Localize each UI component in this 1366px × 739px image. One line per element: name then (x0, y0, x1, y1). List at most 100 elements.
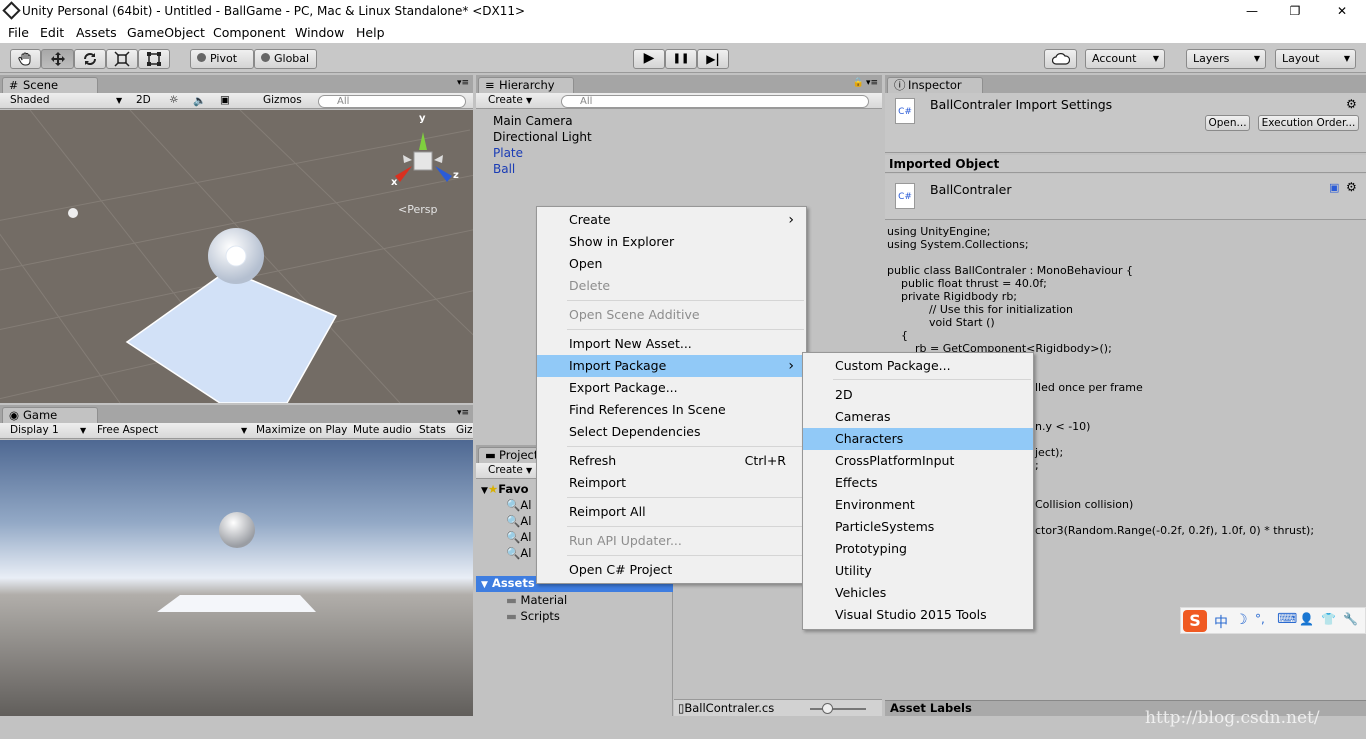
menu-item-export-package[interactable]: Export Package... (537, 377, 806, 399)
aspect-dropdown[interactable]: Free Aspect (97, 424, 158, 436)
scene-view[interactable]: y x z <Persp (0, 110, 473, 403)
keyboard-icon[interactable]: ⌨ (1277, 611, 1297, 627)
restore-button[interactable]: ❐ (1285, 2, 1305, 20)
help-book-icon[interactable]: ▣ (1329, 181, 1339, 194)
submenu-item-crossplatforminput[interactable]: CrossPlatformInput (803, 450, 1033, 472)
menu-help[interactable]: Help (356, 25, 385, 40)
light-toggle-icon[interactable]: ☼ (169, 94, 178, 106)
language-toggle[interactable]: 中 (1214, 612, 1228, 632)
zoom-slider[interactable] (810, 708, 866, 710)
hierarchy-item[interactable]: Main Camera (493, 114, 573, 128)
layout-dropdown[interactable]: Layout ▼ (1275, 49, 1356, 69)
selected-file[interactable]: ▯BallContraler.cs (678, 701, 774, 715)
scene-search-input[interactable]: All (318, 95, 466, 108)
submenu-item-particlesystems[interactable]: ParticleSystems (803, 516, 1033, 538)
menu-gameobject[interactable]: GameObject (127, 25, 205, 40)
menu-item-find-references[interactable]: Find References In Scene (537, 399, 806, 421)
panel-menu-icon[interactable]: ▾≡ (866, 78, 878, 88)
favorites-item[interactable]: 🔍Al (506, 530, 531, 544)
minimize-button[interactable]: — (1242, 2, 1262, 20)
rect-tool-button[interactable] (138, 49, 170, 69)
submenu-item-utility[interactable]: Utility (803, 560, 1033, 582)
submenu-item-environment[interactable]: Environment (803, 494, 1033, 516)
panel-menu-icon[interactable]: ▾≡ (457, 78, 469, 88)
game-gizmos-dropdown[interactable]: Giz (456, 424, 473, 436)
menu-item-create[interactable]: Create › (537, 209, 806, 231)
step-button[interactable]: ▶| (697, 49, 729, 69)
pause-button[interactable]: ❚❚ (665, 49, 697, 69)
menu-item-import-package[interactable]: Import Package › (537, 355, 806, 377)
submenu-item-2d[interactable]: 2D (803, 384, 1033, 406)
submenu-item-effects[interactable]: Effects (803, 472, 1033, 494)
user-icon[interactable]: 👤 (1299, 612, 1314, 626)
shading-dropdown[interactable]: Shaded (10, 94, 50, 106)
menu-item-run-api-updater[interactable]: Run API Updater... (537, 530, 806, 552)
open-button[interactable]: Open... (1205, 115, 1250, 131)
execution-order-button[interactable]: Execution Order... (1258, 115, 1359, 131)
hierarchy-create-button[interactable]: Create (488, 94, 523, 106)
rotate-tool-button[interactable] (74, 49, 106, 69)
menu-item-open[interactable]: Open (537, 253, 806, 275)
hierarchy-search-input[interactable]: All (561, 95, 869, 108)
menu-item-open-csharp-project[interactable]: Open C# Project (537, 559, 806, 581)
panel-menu-icon[interactable]: ▾≡ (457, 408, 469, 418)
submenu-item-prototyping[interactable]: Prototyping (803, 538, 1033, 560)
effects-toggle-icon[interactable]: ▣ (220, 94, 230, 106)
shirt-icon[interactable]: 👕 (1321, 612, 1336, 626)
menu-assets[interactable]: Assets (76, 25, 117, 40)
favorites-header[interactable]: ▼★Favo (481, 482, 529, 496)
menu-item-reimport-all[interactable]: Reimport All (537, 501, 806, 523)
hand-tool-button[interactable] (10, 49, 41, 69)
hierarchy-item[interactable]: Directional Light (493, 130, 592, 144)
moon-icon[interactable]: ☽ (1235, 612, 1248, 628)
submenu-item-custom-package[interactable]: Custom Package... (803, 355, 1033, 377)
wrench-icon[interactable]: 🔧 (1343, 612, 1358, 626)
favorites-item[interactable]: 🔍Al (506, 498, 531, 512)
folder-item[interactable]: ▬ Material (506, 593, 567, 607)
maximize-on-play-toggle[interactable]: Maximize on Play (256, 424, 347, 436)
menu-item-show-in-explorer[interactable]: Show in Explorer (537, 231, 806, 253)
hierarchy-item[interactable]: Plate (493, 146, 523, 160)
menu-item-open-scene-additive[interactable]: Open Scene Additive (537, 304, 806, 326)
2d-toggle[interactable]: 2D (136, 94, 151, 106)
account-dropdown[interactable]: Account ▼ (1085, 49, 1165, 69)
cloud-button[interactable] (1044, 49, 1077, 69)
stats-toggle[interactable]: Stats (419, 424, 446, 436)
gear-icon[interactable]: ⚙ (1346, 180, 1357, 194)
persp-label[interactable]: <Persp (398, 203, 437, 216)
menu-file[interactable]: File (8, 25, 29, 40)
tab-inspector[interactable]: ⓘ Inspector (887, 77, 983, 93)
gizmos-dropdown[interactable]: Gizmos (263, 94, 302, 106)
punctuation-icon[interactable]: °, (1255, 612, 1265, 626)
sogou-logo-icon[interactable]: S (1183, 610, 1207, 632)
menu-edit[interactable]: Edit (40, 25, 64, 40)
tab-hierarchy[interactable]: ≡ Hierarchy (478, 77, 574, 93)
audio-toggle-icon[interactable]: 🔈 (193, 94, 206, 107)
project-create-button[interactable]: Create (488, 464, 523, 476)
submenu-item-cameras[interactable]: Cameras (803, 406, 1033, 428)
move-tool-button[interactable] (41, 49, 74, 69)
layers-dropdown[interactable]: Layers ▼ (1186, 49, 1266, 69)
lock-icon[interactable]: 🔒 (853, 78, 864, 88)
submenu-item-characters[interactable]: Characters (803, 428, 1033, 450)
favorites-item[interactable]: 🔍Al (506, 514, 531, 528)
global-toggle[interactable]: Global (254, 49, 317, 69)
submenu-item-visual-studio-tools[interactable]: Visual Studio 2015 Tools (803, 604, 1033, 626)
zoom-slider-handle[interactable] (822, 703, 833, 714)
menu-item-select-dependencies[interactable]: Select Dependencies (537, 421, 806, 443)
menu-item-refresh[interactable]: Refresh Ctrl+R (537, 450, 806, 472)
menu-component[interactable]: Component (213, 25, 286, 40)
menu-item-reimport[interactable]: Reimport (537, 472, 806, 494)
hierarchy-item[interactable]: Ball (493, 162, 515, 176)
folder-item[interactable]: ▬ Scripts (506, 609, 560, 623)
scene-gizmo[interactable] (395, 132, 452, 182)
mute-audio-toggle[interactable]: Mute audio (353, 424, 412, 436)
gear-icon[interactable]: ⚙ (1346, 97, 1357, 111)
display-dropdown[interactable]: Display 1 (10, 424, 59, 436)
pivot-toggle[interactable]: Pivot (190, 49, 254, 69)
tab-scene[interactable]: # Scene (2, 77, 98, 93)
submenu-item-vehicles[interactable]: Vehicles (803, 582, 1033, 604)
menu-item-delete[interactable]: Delete (537, 275, 806, 297)
close-button[interactable]: ✕ (1332, 2, 1352, 20)
play-button[interactable]: ▶ (633, 49, 665, 69)
